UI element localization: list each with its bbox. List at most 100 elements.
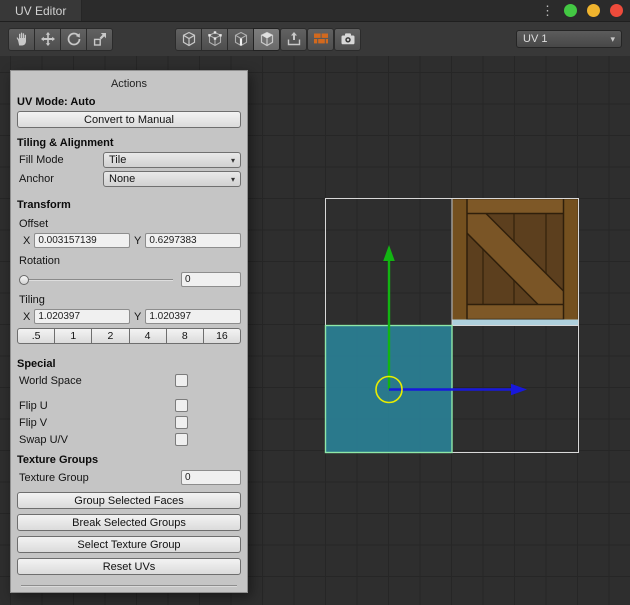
tool-group — [8, 28, 113, 51]
flip-u-row: Flip U — [17, 399, 241, 412]
flip-v-label: Flip V — [17, 417, 175, 429]
tab-uv-editor[interactable]: UV Editor — [0, 0, 82, 21]
move-icon — [40, 31, 56, 47]
preset-4-button[interactable]: 4 — [129, 328, 167, 344]
tiling-y-input[interactable] — [145, 309, 241, 324]
preset-half-button[interactable]: .5 — [17, 328, 55, 344]
tiling-presets: .5 1 2 4 8 16 — [17, 328, 241, 344]
swap-uv-label: Swap U/V — [17, 434, 175, 446]
hand-icon — [14, 31, 30, 47]
offset-x-input[interactable] — [34, 233, 130, 248]
chevron-down-icon: ▾ — [231, 156, 235, 165]
face-mode-icon — [259, 31, 275, 47]
tiling-fields-row: X Y — [17, 309, 241, 324]
offset-label: Offset — [19, 218, 241, 230]
vertex-mode-button[interactable] — [201, 28, 228, 51]
fill-mode-label: Fill Mode — [17, 154, 103, 166]
titlebar-controls: ⋮ — [541, 0, 630, 21]
uv-channel-dropdown[interactable]: UV 1 ▾ — [516, 30, 622, 48]
edge-mode-icon — [233, 31, 249, 47]
reset-uvs-button[interactable]: Reset UVs — [17, 558, 241, 575]
swap-uv-checkbox[interactable] — [175, 433, 188, 446]
vertex-mode-icon — [207, 31, 223, 47]
actions-panel-title: Actions — [17, 78, 241, 90]
preset-1-button[interactable]: 1 — [54, 328, 92, 344]
chevron-down-icon: ▾ — [610, 34, 615, 45]
window-menu-icon[interactable]: ⋮ — [541, 4, 554, 17]
bricks-icon — [313, 31, 329, 47]
edge-mode-button[interactable] — [227, 28, 254, 51]
tiling-x-input[interactable] — [34, 309, 130, 324]
offset-y-label: Y — [134, 235, 141, 247]
fill-mode-value: Tile — [109, 154, 126, 166]
group-selected-faces-button[interactable]: Group Selected Faces — [17, 492, 241, 509]
titlebar: UV Editor ⋮ — [0, 0, 630, 22]
rotation-row — [19, 272, 241, 287]
move-tool-button[interactable] — [34, 28, 61, 51]
scale-icon — [92, 31, 108, 47]
offset-y-input[interactable] — [145, 233, 241, 248]
texture-group-buttons: Group Selected Faces Break Selected Grou… — [17, 492, 241, 575]
offset-fields-row: X Y — [17, 233, 241, 248]
window-control-yellow[interactable] — [587, 4, 600, 17]
panel-divider — [21, 585, 237, 587]
texture-group-label: Texture Group — [17, 472, 127, 484]
pan-tool-button[interactable] — [8, 28, 35, 51]
slider-knob[interactable] — [19, 275, 29, 285]
tiling-label: Tiling — [19, 294, 241, 306]
flip-v-checkbox[interactable] — [175, 416, 188, 429]
scale-tool-button[interactable] — [86, 28, 113, 51]
special-header: Special — [17, 358, 241, 370]
face-mode-button[interactable] — [253, 28, 280, 51]
window-control-green[interactable] — [564, 4, 577, 17]
swap-uv-row: Swap U/V — [17, 433, 241, 446]
anchor-dropdown[interactable]: None ▾ — [103, 171, 241, 187]
texture-mode-button[interactable] — [307, 28, 334, 51]
uv-mode-label: UV Mode: Auto — [17, 96, 241, 108]
anchor-label: Anchor — [17, 173, 103, 185]
world-space-row: World Space — [17, 374, 241, 387]
preset-8-button[interactable]: 8 — [166, 328, 204, 344]
texture-group-input[interactable] — [181, 470, 241, 485]
tiling-alignment-header: Tiling & Alignment — [17, 137, 241, 149]
object-mode-button[interactable] — [175, 28, 202, 51]
select-texture-group-button[interactable]: Select Texture Group — [17, 536, 241, 553]
window-control-red[interactable] — [610, 4, 623, 17]
texture-groups-header: Texture Groups — [17, 454, 241, 466]
rotate-icon — [66, 31, 82, 47]
preset-2-button[interactable]: 2 — [91, 328, 129, 344]
export-arrow-icon — [286, 31, 302, 47]
slider-track — [19, 279, 173, 281]
transform-header: Transform — [17, 199, 241, 211]
anchor-value: None — [109, 173, 135, 185]
fill-mode-dropdown[interactable]: Tile ▾ — [103, 152, 241, 168]
export-uv-button[interactable] — [280, 28, 307, 51]
preset-16-button[interactable]: 16 — [203, 328, 241, 344]
convert-to-manual-button[interactable]: Convert to Manual — [17, 111, 241, 128]
world-space-checkbox[interactable] — [175, 374, 188, 387]
rotation-input[interactable] — [181, 272, 241, 287]
texture-group-row: Texture Group — [17, 470, 241, 485]
rotation-slider[interactable] — [19, 274, 173, 286]
tiling-x-label: X — [23, 311, 30, 323]
break-selected-groups-button[interactable]: Break Selected Groups — [17, 514, 241, 531]
camera-icon — [340, 31, 356, 47]
anchor-row: Anchor None ▾ — [17, 171, 241, 187]
render-uv-template-button[interactable] — [334, 28, 361, 51]
selection-mode-group — [175, 28, 280, 51]
tiling-y-label: Y — [134, 311, 141, 323]
chevron-down-icon: ▾ — [231, 175, 235, 184]
window-title: UV Editor — [15, 4, 66, 18]
flip-v-row: Flip V — [17, 416, 241, 429]
rotate-tool-button[interactable] — [60, 28, 87, 51]
actions-panel: Actions UV Mode: Auto Convert to Manual … — [10, 70, 248, 593]
offset-x-label: X — [23, 235, 30, 247]
world-space-label: World Space — [17, 375, 175, 387]
object-mode-icon — [181, 31, 197, 47]
flip-u-checkbox[interactable] — [175, 399, 188, 412]
rotation-label: Rotation — [19, 255, 241, 267]
fill-mode-row: Fill Mode Tile ▾ — [17, 152, 241, 168]
flip-u-label: Flip U — [17, 400, 175, 412]
toolbar: UV 1 ▾ — [0, 22, 630, 56]
uv-editor-window: UV Editor ⋮ — [0, 0, 630, 605]
